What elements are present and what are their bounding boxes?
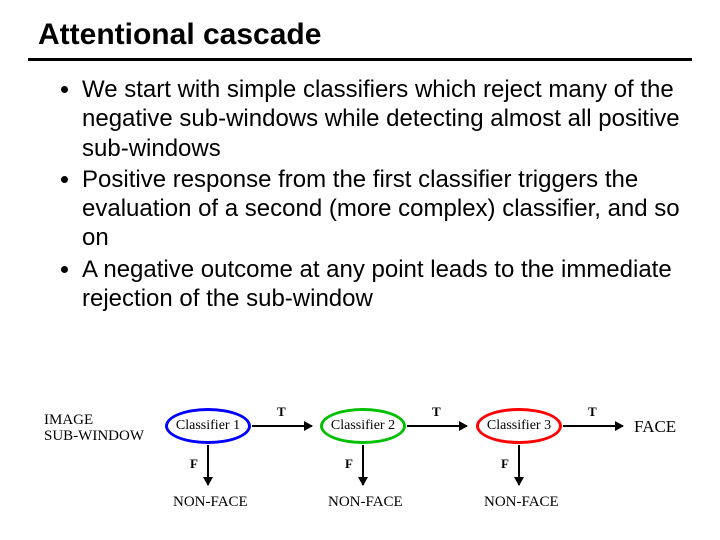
arrow-t-3	[563, 425, 623, 427]
bullet-item: We start with simple classifiers which r…	[82, 75, 688, 163]
reject-label-2: NON-FACE	[328, 494, 403, 511]
false-label-2: F	[345, 456, 353, 472]
classifier-2-node: Classifier 2	[320, 408, 406, 444]
false-label-1: F	[190, 456, 198, 472]
slide-title: Attentional cascade	[28, 18, 692, 58]
classifier-1-node: Classifier 1	[165, 408, 251, 444]
output-label: FACE	[634, 417, 676, 437]
bullet-list: We start with simple classifiers which r…	[28, 75, 692, 313]
bullet-item: Positive response from the first classif…	[82, 165, 688, 253]
bullet-item: A negative outcome at any point leads to…	[82, 255, 688, 314]
reject-label-1: NON-FACE	[173, 494, 248, 511]
arrow-t-1	[252, 425, 312, 427]
input-label-line1: IMAGE	[44, 412, 93, 429]
arrow-f-3	[518, 445, 520, 485]
true-label-1: T	[277, 404, 286, 420]
reject-label-3: NON-FACE	[484, 494, 559, 511]
input-label-line2: SUB-WINDOW	[44, 428, 144, 445]
cascade-diagram: IMAGE SUB-WINDOW Classifier 1 Classifier…	[0, 382, 720, 532]
false-label-3: F	[501, 456, 509, 472]
true-label-3: T	[588, 404, 597, 420]
arrow-f-1	[207, 445, 209, 485]
true-label-2: T	[432, 404, 441, 420]
arrow-t-2	[407, 425, 467, 427]
title-divider	[28, 58, 692, 61]
arrow-f-2	[362, 445, 364, 485]
classifier-3-node: Classifier 3	[476, 408, 562, 444]
